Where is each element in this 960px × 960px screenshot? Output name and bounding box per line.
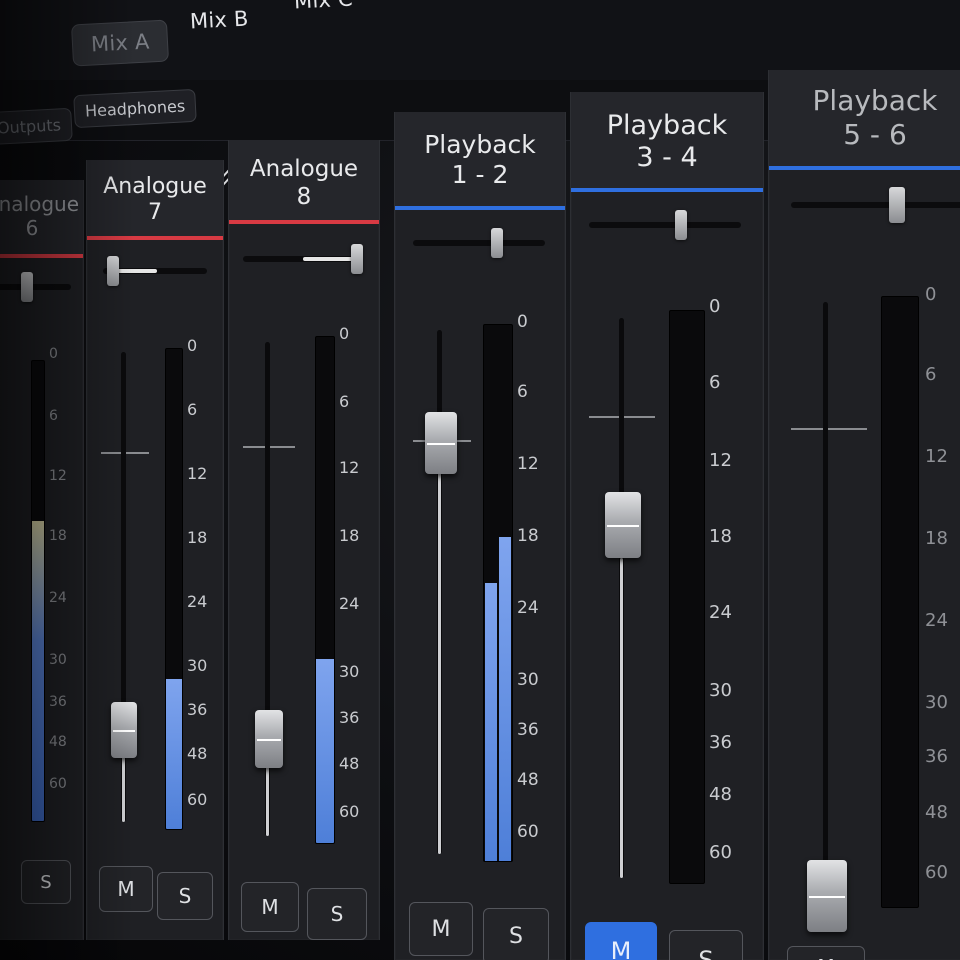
channel-strip-playback-3-4: Playback 3 - 4 0 6 12 18 24 30 36 48 60 … <box>570 92 764 960</box>
channel-color-bar <box>229 220 379 224</box>
channel-header: Playback 5 - 6 <box>769 70 960 170</box>
pan-slider[interactable] <box>413 228 545 258</box>
channel-name: Analogue <box>249 156 359 182</box>
headphones-chip[interactable]: Headphones <box>73 88 198 129</box>
channel-strip-analogue-6: Analogue 6 0 6 12 18 24 30 36 48 60 S <box>0 180 84 940</box>
channel-strip-playback-1-2: Playback 1 - 2 0 6 12 18 24 30 36 48 60 … <box>394 112 566 960</box>
level-meter <box>165 348 183 830</box>
channel-color-bar <box>395 206 565 210</box>
fader-handle[interactable] <box>111 702 137 758</box>
channel-name: Playback <box>424 130 536 159</box>
channel-strip-analogue-8: Analogue 8 0 6 12 18 24 30 36 48 60 M S <box>228 140 380 940</box>
tab-mix-a[interactable]: Mix A <box>70 19 170 67</box>
level-meter <box>31 360 45 822</box>
pan-knob[interactable] <box>889 187 905 223</box>
stereo-level-meter <box>483 324 513 862</box>
fader-track[interactable] <box>619 318 624 878</box>
mix-tab-bar: Mix A Mix B Mix C <box>0 0 960 81</box>
pan-slider[interactable] <box>589 210 741 240</box>
channel-strip-playback-5-6: Playback 5 - 6 0 6 12 18 24 30 36 48 60 … <box>768 70 960 960</box>
pan-slider[interactable] <box>103 256 207 286</box>
channel-strip-analogue-7: Analogue 7 0 6 12 18 24 30 36 48 60 M S <box>86 160 224 940</box>
fader-track[interactable] <box>437 330 442 854</box>
mute-button[interactable]: M <box>409 902 473 956</box>
pan-knob[interactable] <box>21 272 33 302</box>
channel-number: 7 <box>148 200 162 226</box>
pan-knob[interactable] <box>351 244 363 274</box>
channel-number: 1 - 2 <box>451 160 509 189</box>
channel-color-bar <box>87 236 223 240</box>
fader-handle[interactable] <box>255 710 283 768</box>
channel-number: 5 - 6 <box>843 117 907 151</box>
channel-number: 6 <box>25 216 39 240</box>
tab-mix-b[interactable]: Mix B <box>189 6 249 33</box>
pan-slider[interactable] <box>0 272 71 302</box>
stereo-level-meter <box>669 310 705 884</box>
fader-handle[interactable] <box>807 860 847 932</box>
channel-header: Playback 1 - 2 <box>395 112 565 210</box>
mixer-window: Mix A Mix B Mix C Outputs Headphones Ana… <box>0 0 960 960</box>
fader-track[interactable] <box>823 302 828 912</box>
solo-button[interactable]: S <box>669 930 743 960</box>
mute-button[interactable]: M <box>99 866 153 912</box>
channel-color-bar <box>769 166 960 170</box>
channel-header: Playback 3 - 4 <box>571 92 763 192</box>
solo-button[interactable]: S <box>21 860 71 904</box>
outputs-chip[interactable]: Outputs <box>0 107 73 146</box>
solo-button[interactable]: S <box>483 908 549 960</box>
stereo-level-meter <box>881 296 919 908</box>
pan-knob[interactable] <box>675 210 687 240</box>
mute-button[interactable]: M <box>241 882 299 932</box>
solo-button[interactable]: S <box>157 872 213 920</box>
unity-gain-mark <box>791 428 867 430</box>
channel-color-bar <box>0 254 83 258</box>
pan-slider[interactable] <box>243 244 363 274</box>
fader-handle[interactable] <box>425 412 457 474</box>
channel-name: Analogue <box>0 192 80 216</box>
pan-slider[interactable] <box>791 187 960 223</box>
channel-header: Analogue 7 <box>87 160 223 240</box>
channel-color-bar <box>571 188 763 192</box>
solo-button[interactable]: S <box>307 888 367 940</box>
channel-header: Analogue 8 <box>229 140 379 224</box>
channel-name: Playback <box>812 84 938 117</box>
level-meter <box>315 336 335 844</box>
pan-knob[interactable] <box>491 228 503 258</box>
tab-mix-c[interactable]: Mix C <box>293 0 353 14</box>
channel-header: Analogue 6 <box>0 180 83 258</box>
channel-name: Analogue <box>103 174 207 199</box>
channel-name: Playback <box>606 110 728 141</box>
mute-button[interactable]: M <box>787 946 865 960</box>
channel-number: 3 - 4 <box>636 142 698 174</box>
channel-number: 8 <box>296 183 312 210</box>
mute-button[interactable]: M <box>585 922 657 960</box>
fader-handle[interactable] <box>605 492 641 558</box>
pan-knob[interactable] <box>107 256 119 286</box>
